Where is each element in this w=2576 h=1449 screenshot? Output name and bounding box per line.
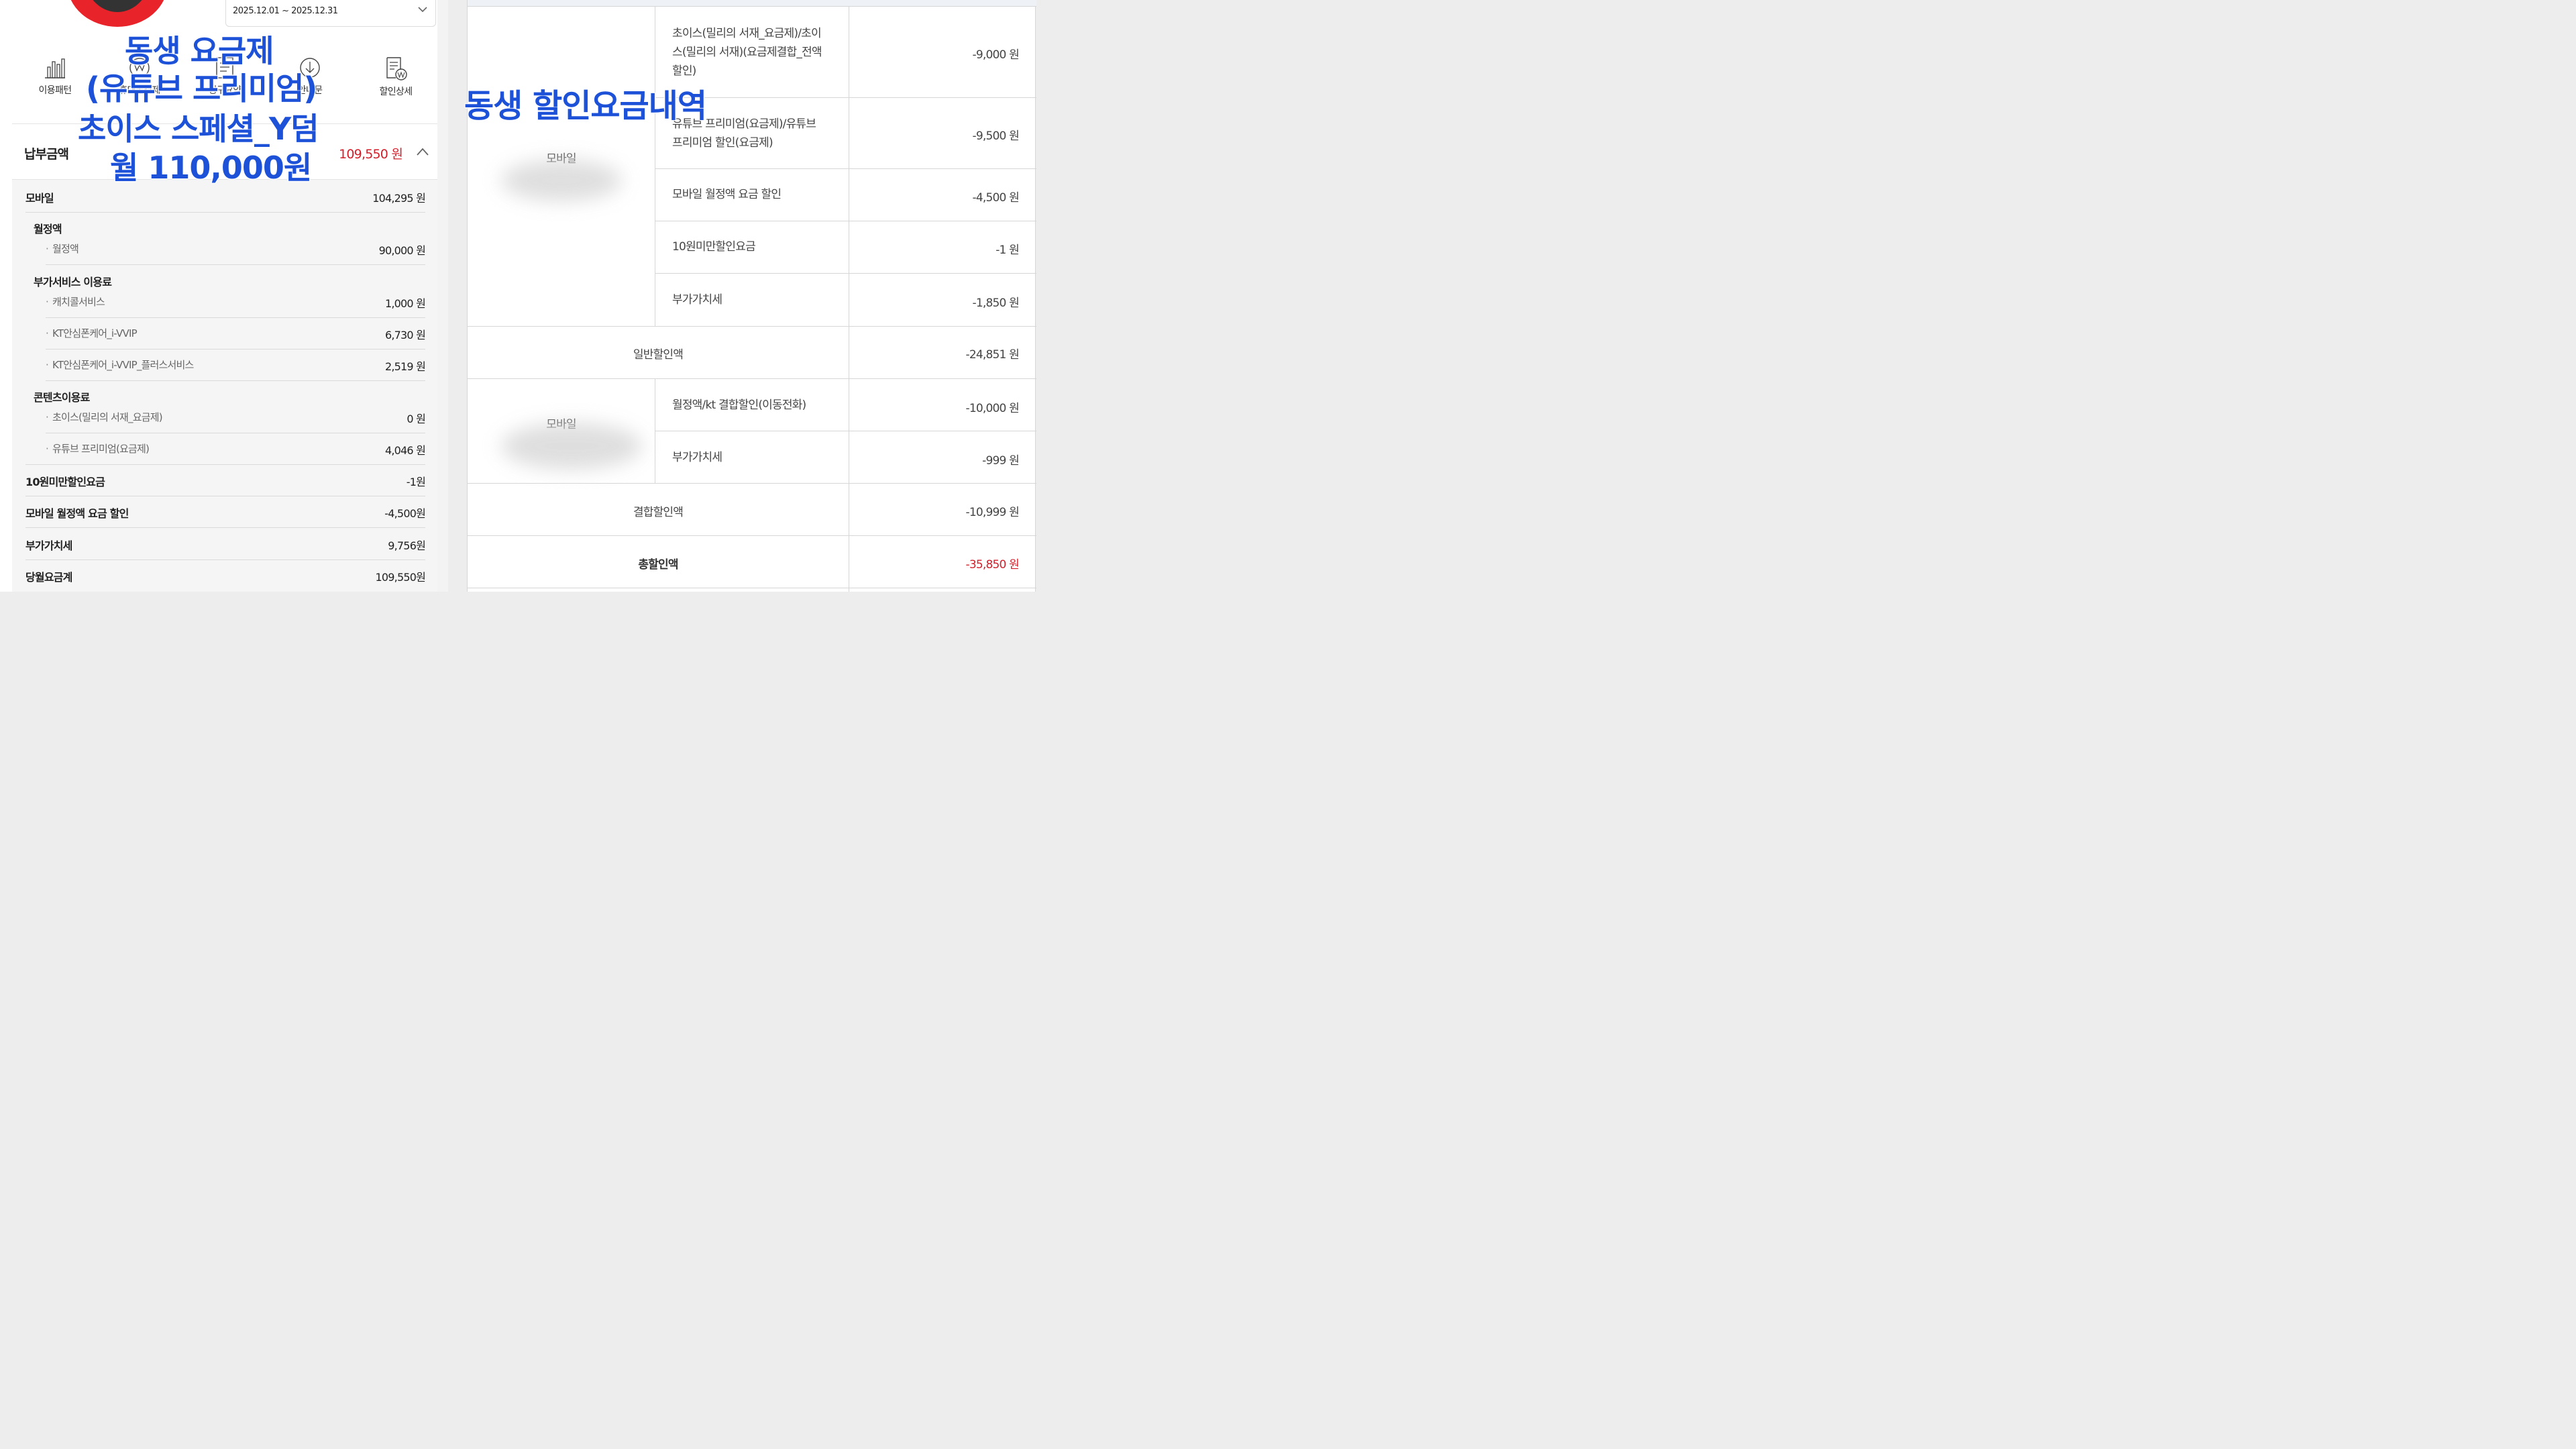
bill-row-label: 당월요금계 xyxy=(25,571,72,584)
divider xyxy=(25,527,425,528)
receipt-won-icon xyxy=(386,57,407,80)
combined-discount-amount: -10,999 원 xyxy=(965,506,1020,519)
discount-item-label: 초이스(밀리의 서재_요금제)/초이 스(밀리의 서재)(요금제결합_전액 할인… xyxy=(672,27,822,78)
bill-row-label: · 유튜브 프리미엄(요금제) xyxy=(46,443,150,455)
row-divider xyxy=(655,273,1036,274)
bill-row-label: · 초이스(밀리의 서재_요금제) xyxy=(46,411,163,423)
panel-gutter xyxy=(437,0,448,592)
general-discount-amount: -24,851 원 xyxy=(965,348,1020,362)
divider xyxy=(46,349,425,350)
overlay-caption-right: 동생 할인요금내역 xyxy=(464,87,708,125)
bill-row-label: 모바일 xyxy=(25,192,54,205)
redacted-phone-number xyxy=(501,423,642,470)
total-discount-amount: -35,850 원 xyxy=(965,558,1020,572)
bill-row-label: · 월정액 xyxy=(46,243,79,255)
overlay-caption-line: 초이스 스페셜_Y덤 xyxy=(77,110,320,148)
billing-period-select[interactable]: 2025.12.01 ~ 2025.12.31 xyxy=(225,0,436,27)
quick-menu-label: 이용패턴 xyxy=(38,85,72,96)
section-addon: 부가서비스 이용료 xyxy=(34,276,112,288)
row-divider xyxy=(468,535,1036,536)
discount-item-amount: -999 원 xyxy=(982,454,1020,468)
table-header-strip xyxy=(468,0,1036,7)
bill-row-amount: 109,550원 xyxy=(375,571,426,584)
bill-row-label: · KT안심폰케어_i-VVIP xyxy=(46,327,138,339)
bill-row-amount: 6,730 원 xyxy=(384,329,426,341)
overlay-caption-line: 월 110,000원 xyxy=(109,149,313,186)
bill-summary-panel: 2025.12.01 ~ 2025.12.31 이용패턴 휴대폰결제 청구요약 … xyxy=(0,0,448,592)
bill-row-amount: 1,000 원 xyxy=(384,297,426,310)
bill-row-amount: 104,295 원 xyxy=(372,192,426,205)
redacted-phone-number xyxy=(501,160,622,201)
discount-item-amount: -1 원 xyxy=(996,244,1020,257)
discount-item-label: 부가가치세 xyxy=(672,451,722,464)
bill-row-amount: -1원 xyxy=(406,476,426,488)
bill-row-label: 부가가치세 xyxy=(25,539,72,552)
bill-row-amount: 9,756원 xyxy=(388,539,426,552)
bill-row-label: · 캐치콜서비스 xyxy=(46,296,105,308)
divider xyxy=(46,264,425,265)
quick-menu-usage-pattern[interactable]: 이용패턴 xyxy=(15,56,95,97)
divider xyxy=(25,212,425,213)
discount-item-amount: -9,000 원 xyxy=(972,48,1020,62)
discount-item-amount: -1,850 원 xyxy=(972,297,1020,310)
quick-menu-label: 할인상세 xyxy=(379,87,413,97)
divider xyxy=(25,559,425,560)
row-divider xyxy=(468,326,1036,327)
divider xyxy=(46,317,425,318)
bar-chart-icon xyxy=(45,58,65,78)
discount-item-amount: -9,500 원 xyxy=(972,129,1020,143)
bill-row-label: 10원미만할인요금 xyxy=(25,476,105,488)
section-monthly: 월정액 xyxy=(34,223,62,235)
quick-menu-discount-detail[interactable]: 할인상세 xyxy=(356,56,436,98)
total-discount-label: 총할인액 xyxy=(638,558,678,572)
discount-item-amount: -4,500 원 xyxy=(972,191,1020,205)
chevron-down-icon xyxy=(418,7,427,13)
bill-row-amount: 0 원 xyxy=(407,413,425,425)
discount-item-label: 월정액/kt 결합할인(이동전화) xyxy=(672,398,806,412)
bill-detail-list: 모바일 104,295 원 월정액 · 월정액 90,000 원 부가서비스 이용… xyxy=(12,180,437,592)
screenshot-root: 2025.12.01 ~ 2025.12.31 이용패턴 휴대폰결제 청구요약 … xyxy=(0,0,1052,592)
discount-item-label: 10원미만할인요금 xyxy=(672,240,756,254)
row-divider xyxy=(468,378,1036,379)
section-content: 콘텐츠이용료 xyxy=(34,391,90,404)
row-divider xyxy=(468,483,1036,484)
billing-period-value: 2025.12.01 ~ 2025.12.31 xyxy=(233,6,338,16)
overlay-caption-line: (유튜브 프리미엄) xyxy=(85,70,318,107)
kt-logo-icon xyxy=(67,0,168,27)
discount-item-label: 부가가치세 xyxy=(672,293,722,307)
row-divider xyxy=(655,168,1036,169)
bill-row-label: · KT안심폰케어_i-VVIP_플러스서비스 xyxy=(46,359,194,371)
discount-item-label: 모바일 월정액 요금 할인 xyxy=(672,188,782,201)
payment-amount-value: 109,550 원 xyxy=(339,147,403,162)
chevron-up-icon[interactable] xyxy=(416,147,429,156)
combined-discount-label: 결합할인액 xyxy=(633,506,684,519)
bill-row-amount: 90,000 원 xyxy=(378,244,426,257)
payment-amount-title: 납부금액 xyxy=(24,147,69,162)
general-discount-label: 일반할인액 xyxy=(633,348,684,362)
bill-row-amount: 4,046 원 xyxy=(384,444,426,457)
divider xyxy=(46,380,425,381)
bill-row-amount: -4,500원 xyxy=(384,507,425,520)
bill-row-label: 모바일 월정액 요금 할인 xyxy=(25,507,129,520)
bill-row-amount: 2,519 원 xyxy=(384,360,426,373)
divider xyxy=(25,464,425,465)
row-divider xyxy=(655,97,1036,98)
discount-item-amount: -10,000 원 xyxy=(965,402,1020,415)
